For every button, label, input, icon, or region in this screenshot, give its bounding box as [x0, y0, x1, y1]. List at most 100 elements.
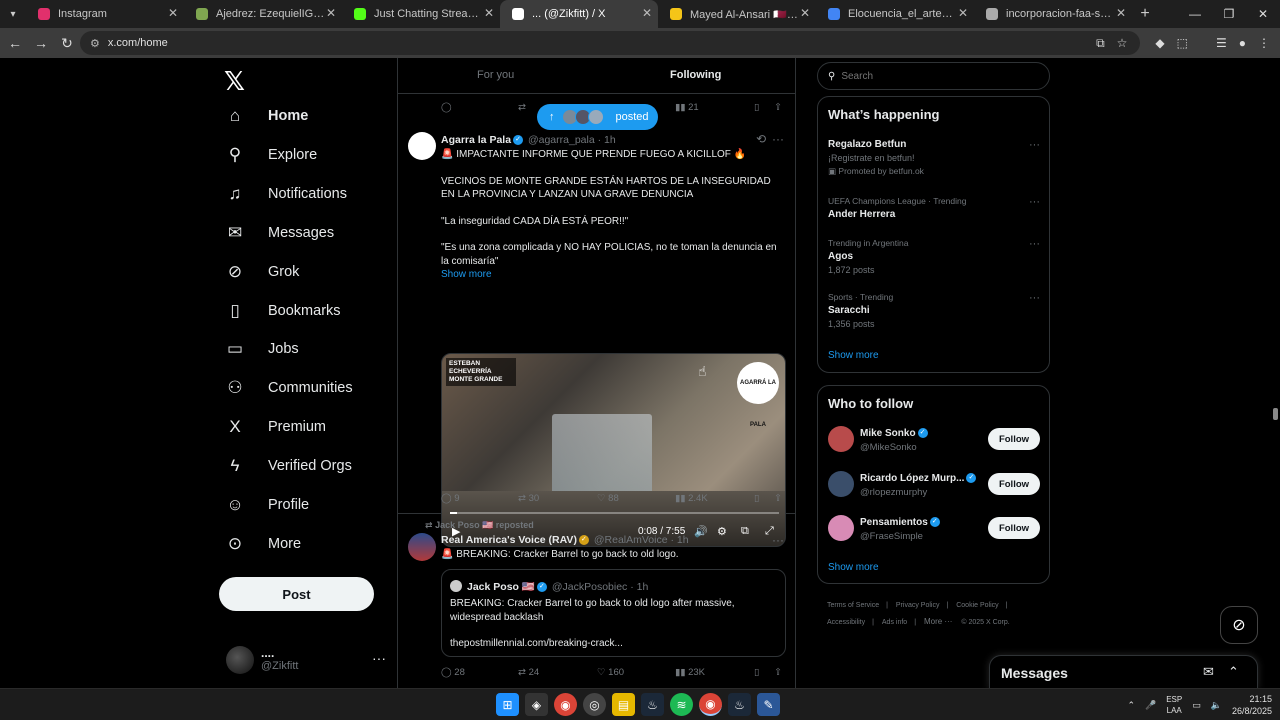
like-icon[interactable]: ♡ 160: [597, 667, 624, 678]
trend-item[interactable]: Sports · Trending Saracchi 1,356 posts ·…: [828, 292, 1040, 329]
share-icon[interactable]: ⇪: [774, 493, 782, 504]
more-dots-icon[interactable]: ···: [1029, 139, 1040, 151]
chrome-icon[interactable]: ◉: [554, 693, 577, 716]
close-tab-icon[interactable]: ✕: [168, 6, 178, 20]
follow-suggestion[interactable]: Mike Sonko ✓ @MikeSonko Follow: [828, 426, 1040, 456]
expand-up-icon[interactable]: ⌃: [1228, 664, 1239, 680]
reload-icon[interactable]: ↻: [54, 35, 80, 52]
grok-explain-icon[interactable]: ⟲: [756, 132, 766, 146]
messages-drawer[interactable]: Messages ✉ ⌃: [989, 655, 1258, 689]
follow-button[interactable]: Follow: [988, 473, 1040, 495]
nav-item-explore[interactable]: ⚲ Explore: [224, 140, 317, 170]
footer-link[interactable]: Cookie Policy: [956, 602, 998, 609]
repost-icon[interactable]: ⇄ 30: [518, 493, 539, 504]
browser-tab[interactable]: ... (@Zikfitt) / X ✕: [500, 0, 658, 28]
clock[interactable]: 21:15 26/8/2025: [1232, 693, 1272, 717]
close-tab-icon[interactable]: ✕: [958, 6, 968, 20]
profile-avatar-icon[interactable]: ●: [1239, 36, 1246, 50]
search-input[interactable]: [841, 70, 1032, 82]
browser-menu-icon[interactable]: ⋮: [1258, 36, 1270, 50]
tweet[interactable]: Agarra la Pala ✓ @agarra_pala · 1h ⟲ ··· …: [398, 122, 795, 547]
views-icon[interactable]: ▮▮ 23K: [675, 667, 705, 678]
address-bar[interactable]: ⚙ x.com/home: [80, 31, 1140, 55]
reposted-by[interactable]: Jack Poso 🇺🇸 reposted: [435, 520, 534, 530]
minimize-icon[interactable]: —: [1178, 0, 1212, 28]
app-icon[interactable]: ◈: [525, 693, 548, 716]
install-app-icon[interactable]: ⧉: [1096, 36, 1105, 51]
microphone-icon[interactable]: 🎤: [1145, 700, 1156, 711]
bookmark-icon[interactable]: ▯: [754, 493, 759, 504]
follow-button[interactable]: Follow: [988, 428, 1040, 450]
tweet-handle[interactable]: @agarra_pala: [528, 134, 595, 146]
more-dots-icon[interactable]: ···: [1029, 292, 1040, 304]
grok-floating-icon[interactable]: ⊘: [1220, 606, 1258, 644]
reply-icon[interactable]: ◯ 28: [441, 667, 465, 678]
close-window-icon[interactable]: ✕: [1246, 0, 1280, 28]
app-icon[interactable]: ✎: [757, 693, 780, 716]
trend-item[interactable]: UEFA Champions League · Trending Ander H…: [828, 196, 1040, 220]
close-tab-icon[interactable]: ✕: [484, 6, 494, 20]
account-switcher[interactable]: .... @Zikfitt ···: [226, 644, 386, 676]
nav-item-jobs[interactable]: ▭ Jobs: [224, 334, 299, 364]
nav-item-communities[interactable]: ⚇ Communities: [224, 373, 352, 403]
reply-icon[interactable]: ◯: [441, 102, 452, 113]
nav-item-verified-orgs[interactable]: ϟ Verified Orgs: [224, 451, 352, 481]
video-progress-bar[interactable]: [450, 512, 779, 514]
repost-icon[interactable]: ⇄ 24: [518, 667, 539, 678]
follow-suggestion[interactable]: Pensamientos ✓ @FraseSimple Follow: [828, 515, 1040, 545]
app-icon[interactable]: ◎: [583, 693, 606, 716]
footer-link[interactable]: Ads info: [882, 619, 907, 626]
browser-tab[interactable]: incorporacion-faa-seguridad-y-✕: [974, 0, 1132, 28]
follow-suggestion[interactable]: Ricardo López Murp... ✓ @rlopezmurphy Fol…: [828, 471, 1040, 501]
restore-icon[interactable]: ❐: [1212, 0, 1246, 28]
search-box[interactable]: ⚲: [817, 62, 1050, 90]
tweet-handle[interactable]: @RealAmVoice: [594, 534, 668, 546]
more-dots-icon[interactable]: ···: [772, 132, 784, 146]
tab-following[interactable]: Following: [670, 69, 721, 81]
reply-icon[interactable]: ◯ 9: [441, 493, 460, 504]
avatar[interactable]: [828, 515, 854, 541]
file-explorer-icon[interactable]: ▤: [612, 693, 635, 716]
avatar[interactable]: [828, 426, 854, 452]
like-icon[interactable]: ♡ 88: [597, 493, 619, 504]
volume-icon[interactable]: 🔈: [1211, 700, 1222, 711]
windows-start-icon[interactable]: ⊞: [496, 693, 519, 716]
nav-item-home[interactable]: ⌂ Home: [224, 101, 308, 131]
tweet-time[interactable]: 1h: [677, 534, 689, 546]
forward-icon[interactable]: →: [28, 35, 54, 51]
avatar[interactable]: [408, 132, 436, 160]
quote-link[interactable]: thepostmillennial.com/breaking-crack...: [450, 637, 795, 651]
steam-icon[interactable]: ♨: [641, 693, 664, 716]
back-icon[interactable]: ←: [2, 35, 28, 51]
network-icon[interactable]: ▭: [1192, 700, 1201, 711]
star-icon[interactable]: ☆: [1117, 36, 1128, 50]
media-control-icon[interactable]: ☰: [1216, 36, 1227, 50]
trend-item[interactable]: Trending in Argentina Agos 1,872 posts ·…: [828, 238, 1040, 275]
show-more-link[interactable]: Show more: [441, 268, 786, 282]
close-tab-icon[interactable]: ✕: [1116, 6, 1126, 20]
puzzle-icon[interactable]: ⬚: [1177, 36, 1188, 50]
views-icon[interactable]: ▮▮ 21: [675, 102, 699, 113]
more-dots-icon[interactable]: ···: [772, 533, 784, 547]
views-icon[interactable]: ▮▮ 2.4K: [675, 493, 708, 504]
nav-item-premium[interactable]: X Premium: [224, 412, 326, 442]
tab-search-button[interactable]: ▾: [0, 0, 26, 28]
bookmark-icon[interactable]: ▯: [754, 667, 759, 678]
quoted-tweet[interactable]: Jack Poso 🇺🇸 ✓ @JackPosobiec · 1h BREAKIN…: [441, 569, 786, 657]
scrollbar-thumb[interactable]: [1273, 408, 1278, 420]
nav-item-grok[interactable]: ⊘ Grok: [224, 257, 300, 287]
browser-tab[interactable]: Elocuencia_el_arte_de_hablar_P✕: [816, 0, 974, 28]
tweet-time[interactable]: 1h: [604, 134, 616, 146]
steam-icon[interactable]: ♨: [728, 693, 751, 716]
chevron-up-icon[interactable]: ⌃: [1127, 700, 1135, 711]
share-icon[interactable]: ⇪: [774, 667, 782, 678]
extension-icon[interactable]: ◆: [1155, 36, 1164, 50]
nav-item-more[interactable]: ⊙ More: [224, 529, 301, 559]
avatar[interactable]: [408, 533, 436, 561]
close-tab-icon[interactable]: ✕: [800, 6, 810, 20]
tweet-author[interactable]: Agarra la Pala: [441, 134, 511, 146]
tweet[interactable]: ⇄ Jack Poso 🇺🇸 reposted Real America's V…: [398, 515, 795, 688]
site-info-icon[interactable]: ⚙: [90, 37, 100, 50]
browser-tab[interactable]: Instagram ✕: [26, 0, 184, 28]
browser-tab[interactable]: Ajedrez: EzequielIGonzalez25 vs✕: [184, 0, 342, 28]
